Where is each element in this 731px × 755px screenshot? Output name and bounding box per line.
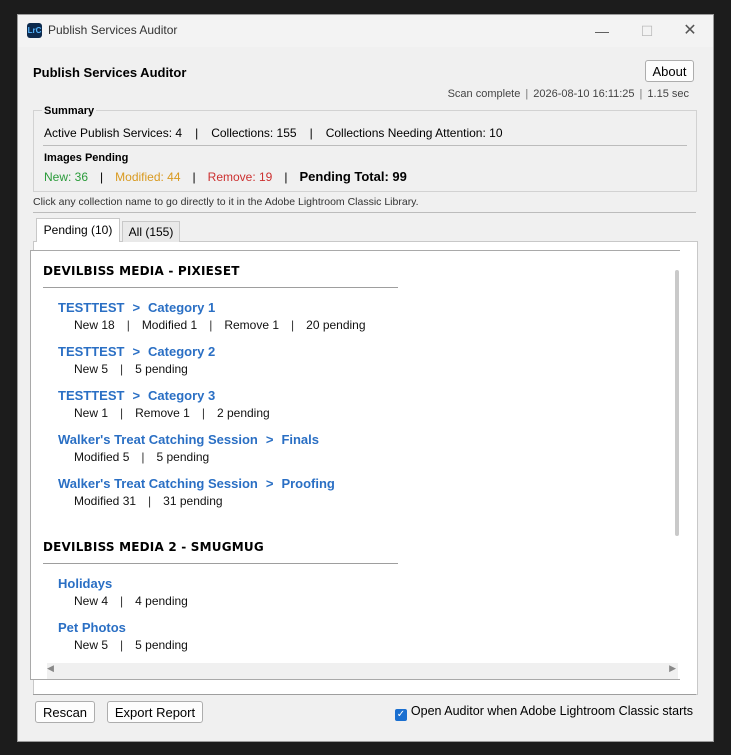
rescan-button[interactable]: Rescan bbox=[35, 701, 95, 723]
scroll-left-icon[interactable]: ◀ bbox=[47, 663, 54, 674]
collection-link[interactable]: Walker's Treat Catching Session > Proofing bbox=[58, 476, 335, 491]
window-title: Publish Services Auditor bbox=[48, 23, 178, 37]
summary-stats: Active Publish Services: 4 | Collections: … bbox=[44, 126, 503, 140]
scan-status-text: Scan complete bbox=[447, 88, 521, 100]
pending-new: New: 36 bbox=[44, 170, 89, 184]
images-pending-title: Images Pending bbox=[44, 152, 129, 164]
minimize-button[interactable]: — bbox=[583, 19, 621, 43]
library-hint: Click any collection name to go directly… bbox=[33, 196, 419, 208]
scroll-right-icon[interactable]: ▶ bbox=[669, 663, 676, 674]
auditor-window: LrC Publish Services Auditor — ☐ ✕ Publi… bbox=[17, 14, 714, 742]
collection-link[interactable]: Walker's Treat Catching Session > Finals bbox=[58, 432, 319, 447]
summary-group: Summary Active Publish Services: 4 | Colle… bbox=[33, 105, 697, 192]
pending-remove: Remove: 19 bbox=[207, 170, 273, 184]
open-on-start-option[interactable]: ✓ Open Auditor when Adobe Lightroom Class… bbox=[394, 704, 693, 721]
checkbox-checked-icon[interactable]: ✓ bbox=[394, 709, 407, 721]
needing-attention-count: Collections Needing Attention: 10 bbox=[325, 126, 503, 140]
collection-details: New 5 | 5 pending bbox=[74, 362, 188, 376]
footer-divider bbox=[33, 694, 696, 695]
lightroom-app-icon: LrC bbox=[27, 23, 42, 38]
about-button[interactable]: About bbox=[645, 60, 694, 82]
export-report-button[interactable]: Export Report bbox=[107, 701, 203, 723]
hint-divider bbox=[33, 212, 696, 213]
images-pending-line: New: 36 | Modified: 44 | Remove: 19 | Pending … bbox=[44, 169, 407, 184]
summary-title: Summary bbox=[42, 105, 97, 117]
vertical-scrollbar[interactable] bbox=[675, 270, 679, 536]
collection-details: Modified 5 | 5 pending bbox=[74, 450, 210, 464]
open-on-start-label: Open Auditor when Adobe Lightroom Classi… bbox=[410, 704, 693, 718]
maximize-button[interactable]: ☐ bbox=[628, 19, 666, 43]
collection-link[interactable]: Pet Photos bbox=[58, 620, 126, 635]
collection-details: New 1 | Remove 1 | 2 pending bbox=[74, 406, 270, 420]
collection-link[interactable]: TESTTEST > Category 1 bbox=[58, 300, 215, 315]
collection-link[interactable]: TESTTEST > Category 3 bbox=[58, 388, 215, 403]
tab-all[interactable]: All (155) bbox=[122, 221, 180, 242]
collection-details: New 5 | 5 pending bbox=[74, 638, 188, 652]
title-bar[interactable]: LrC Publish Services Auditor — ☐ ✕ bbox=[18, 15, 713, 47]
collection-link[interactable]: Holidays bbox=[58, 576, 112, 591]
pending-total: Pending Total: 99 bbox=[299, 169, 407, 184]
close-button[interactable]: ✕ bbox=[671, 19, 709, 43]
active-services-count: Active Publish Services: 4 bbox=[44, 126, 183, 140]
collection-details: Modified 31 | 31 pending bbox=[74, 494, 223, 508]
scan-timestamp: 2026-08-10 16:11:25 bbox=[533, 88, 635, 100]
service-divider bbox=[43, 287, 398, 288]
service-header: DEVILBISS MEDIA - PIXIESET bbox=[43, 264, 240, 278]
horizontal-scrollbar[interactable]: ◀ ▶ bbox=[47, 663, 678, 679]
collections-count: Collections: 155 bbox=[211, 126, 297, 140]
service-header: DEVILBISS MEDIA 2 - SMUGMUG bbox=[43, 540, 264, 554]
collection-link[interactable]: TESTTEST > Category 2 bbox=[58, 344, 215, 359]
scan-duration: 1.15 sec bbox=[647, 88, 689, 100]
collection-details: New 18 | Modified 1 | Remove 1 | 20 pending bbox=[74, 318, 366, 332]
collections-scroll-area[interactable]: DEVILBISS MEDIA - PIXIESET TESTTEST > Cate… bbox=[30, 250, 680, 680]
page-title: Publish Services Auditor bbox=[33, 65, 187, 80]
pending-modified: Modified: 44 bbox=[115, 170, 181, 184]
service-divider bbox=[43, 563, 398, 564]
scan-status: Scan complete | 2026-08-10 16:11:25 | 1.15 s… bbox=[447, 88, 689, 100]
summary-divider bbox=[43, 145, 687, 146]
collection-details: New 4 | 4 pending bbox=[74, 594, 188, 608]
tab-pending[interactable]: Pending (10) bbox=[36, 218, 120, 242]
